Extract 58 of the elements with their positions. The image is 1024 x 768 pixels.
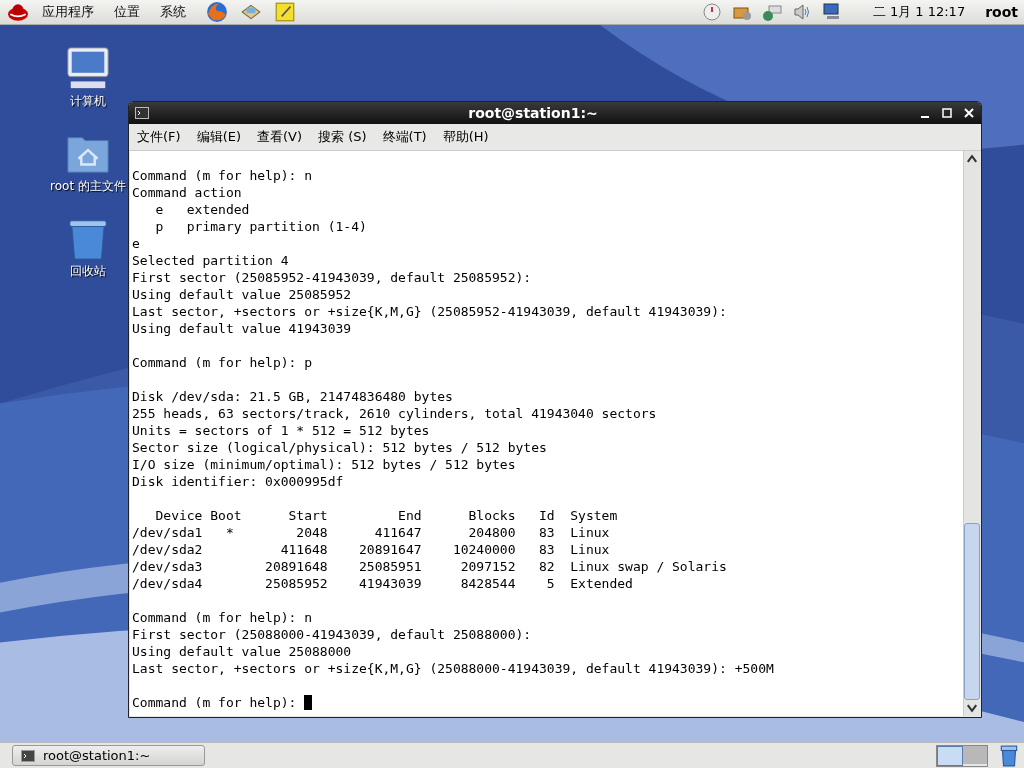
menu-item[interactable]: 编辑(E) bbox=[192, 128, 245, 146]
taskbar-button[interactable]: root@station1:~ bbox=[12, 745, 205, 766]
terminal-line: e extended bbox=[154, 201, 251, 218]
user-name[interactable]: root bbox=[985, 4, 1018, 20]
menu-item[interactable]: 文件(F) bbox=[133, 128, 185, 146]
network-icon[interactable] bbox=[760, 2, 783, 22]
terminal-line: Using default value 41943039 bbox=[132, 320, 353, 337]
terminal-line: First sector (25088000-41943039, default 25088000): bbox=[132, 626, 533, 643]
close-icon[interactable] bbox=[963, 107, 975, 119]
terminal-line: /dev/sda2 411648 20891647 10240000 83 Linux bbox=[132, 541, 611, 558]
trash-icon[interactable] bbox=[1000, 744, 1018, 767]
terminal-line: e bbox=[132, 235, 141, 252]
terminal-line: Disk /dev/sda: 21.5 GB, 21474836480 bytes bbox=[132, 388, 454, 405]
terminal-line: Using default value 25088000 bbox=[132, 643, 353, 660]
terminal-line: /dev/sda1 * 2048 411647 204800 83 Linux bbox=[132, 524, 611, 541]
terminal-line: Command action bbox=[132, 184, 243, 201]
terminal-line: Command (m for help): n bbox=[132, 167, 313, 184]
icon-label[interactable]: 计算机 bbox=[70, 93, 106, 110]
panel-menu[interactable]: 系统 bbox=[152, 3, 194, 21]
menu-item[interactable]: 帮助(H) bbox=[438, 128, 493, 146]
scroll-thumb[interactable] bbox=[964, 523, 980, 700]
cursor bbox=[304, 695, 313, 710]
terminal-line: Device Boot Start End Blocks Id System bbox=[154, 507, 619, 524]
workspace-button[interactable] bbox=[937, 745, 963, 766]
terminal-line: Last sector, +sectors or +size{K,M,G} (25085952-41943039, default 41943039): bbox=[132, 303, 728, 320]
computer-icon[interactable] bbox=[65, 45, 111, 91]
terminal-line: Using default value 25085952 bbox=[132, 286, 353, 303]
terminal-icon[interactable] bbox=[135, 107, 149, 119]
menu-item[interactable]: 查看(V) bbox=[253, 128, 307, 146]
icon-label[interactable]: 回收站 bbox=[70, 263, 106, 280]
terminal-line: Last sector, +sectors or +size{K,M,G} (25088000-41943039, default 41943039): +500M bbox=[132, 660, 775, 677]
terminal-line: /dev/sda4 25085952 41943039 8428544 5 Extended bbox=[132, 575, 634, 592]
terminal-line: 255 heads, 63 sectors/track, 2610 cylinders, total 41943040 sectors bbox=[132, 405, 658, 422]
terminal-line: Sector size (logical/physical): 512 bytes / 512 bytes bbox=[132, 439, 548, 456]
panel-menu[interactable]: 应用程序 bbox=[34, 3, 102, 21]
hat-icon[interactable] bbox=[6, 1, 30, 23]
menu-item[interactable]: 搜索 (S) bbox=[314, 128, 371, 146]
maximize-icon[interactable] bbox=[941, 107, 953, 119]
browser-icon[interactable] bbox=[206, 1, 228, 23]
terminal-line: Command (m for help): bbox=[132, 694, 298, 711]
terminal-line: /dev/sda3 20891648 25085951 2097152 82 Linux swap / Solaris bbox=[132, 558, 728, 575]
terminal-icon bbox=[21, 749, 35, 762]
terminal-line: Disk identifier: 0x000995df bbox=[132, 473, 345, 490]
terminal-line: Command (m for help): n bbox=[132, 609, 313, 626]
terminal-line: I/O size (minimum/optimal): 512 bytes / 512 bytes bbox=[132, 456, 517, 473]
panel-menu[interactable]: 位置 bbox=[106, 3, 148, 21]
icon-label[interactable]: root 的主文件 bbox=[50, 178, 126, 195]
terminal-line: Command (m for help): p bbox=[132, 354, 313, 371]
window-title: root@station1:~ bbox=[467, 105, 599, 121]
shutdown-icon[interactable] bbox=[700, 2, 723, 22]
terminal-line: First sector (25085952-41943039, default 25085952): bbox=[132, 269, 533, 286]
terminal-line: p primary partition (1-4) bbox=[154, 218, 368, 235]
clock[interactable]: 二 1月 1 12:17 bbox=[872, 3, 966, 21]
scrollbar[interactable] bbox=[963, 151, 980, 716]
menu-item[interactable]: 终端(T) bbox=[378, 128, 431, 146]
terminal-line: Units = sectors of 1 * 512 = 512 bytes bbox=[132, 422, 431, 439]
note-icon[interactable] bbox=[274, 1, 296, 23]
terminal-line: Selected partition 4 bbox=[132, 252, 290, 269]
